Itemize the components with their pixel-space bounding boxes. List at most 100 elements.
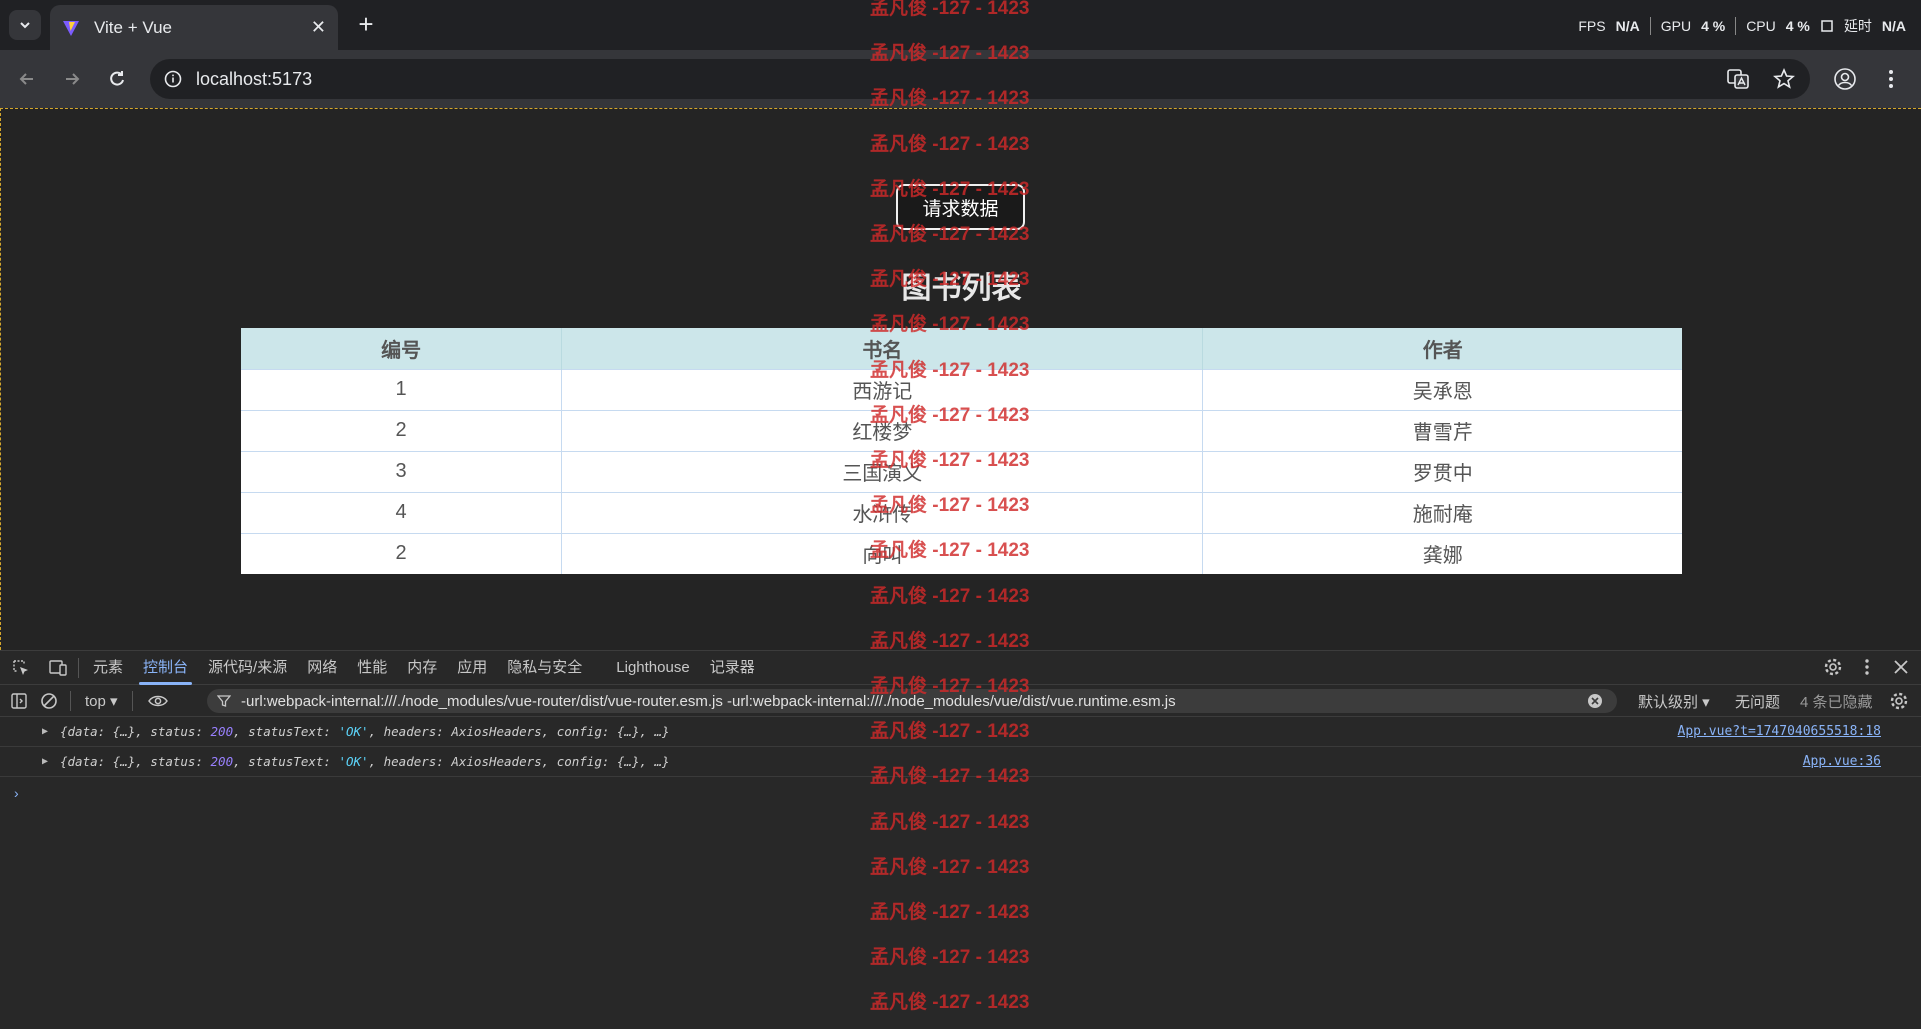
console-filter-bar: top ▾ -url:webpack-internal:///./node_mo…: [0, 685, 1921, 717]
cell-id: 2: [241, 409, 563, 451]
performance-overlay: FPS N/A GPU 4 % CPU 4 % 延时 N/A: [1578, 14, 1906, 38]
console-settings-gear-icon[interactable]: [1889, 691, 1909, 711]
device-toolbar-icon[interactable]: [48, 658, 68, 678]
more-vert-icon[interactable]: [1857, 657, 1877, 677]
forward-button[interactable]: [58, 65, 86, 93]
cell-title: 向叫: [561, 532, 1204, 574]
latency-label: 延时: [1843, 18, 1872, 34]
close-icon[interactable]: [1891, 657, 1911, 677]
profile-button[interactable]: [1831, 65, 1859, 93]
table-header-row: 编号 书名 作者: [241, 328, 1682, 369]
reload-icon: [110, 71, 124, 86]
request-data-button[interactable]: 请求数据: [896, 184, 1025, 230]
devtools-tab-memory[interactable]: 内存: [397, 651, 447, 685]
log-message: {data: {…}, status: 200, statusText: 'OK…: [60, 724, 670, 739]
profile-icon: [1834, 68, 1856, 90]
clear-filter-icon[interactable]: [1587, 693, 1603, 709]
log-source-link[interactable]: App.vue?t=1747040655518:18: [1678, 724, 1882, 739]
new-tab-button[interactable]: +: [352, 11, 380, 39]
divider: [1649, 17, 1651, 35]
cell-title: 水浒传: [561, 491, 1204, 533]
cell-title: 西游记: [561, 368, 1204, 410]
book-list-title: 图书列表: [901, 272, 1022, 305]
browser-menu-button[interactable]: [1877, 65, 1905, 93]
cell-title: 红楼梦: [561, 409, 1204, 451]
devtools-tab-performance[interactable]: 性能: [347, 651, 397, 685]
hidden-messages-count: 4 条已隐藏: [1800, 694, 1873, 711]
inspect-element-icon[interactable]: [11, 658, 31, 678]
latency-icon: [1821, 20, 1833, 32]
column-header-title: 书名: [561, 328, 1204, 369]
cell-author: 罗贯中: [1202, 450, 1682, 492]
cell-id: 4: [241, 491, 563, 533]
fps-label: FPS: [1578, 18, 1606, 34]
address-bar[interactable]: localhost:5173: [150, 59, 1810, 99]
divider: [78, 657, 79, 678]
log-source-link[interactable]: App.vue:36: [1803, 754, 1881, 769]
clear-console-icon[interactable]: [40, 692, 58, 710]
devtools-tab-sources[interactable]: 源代码/来源: [198, 651, 297, 685]
table-row: 2 向叫 龚娜: [241, 532, 1682, 574]
devtools-tab-recorder[interactable]: 记录器: [700, 651, 765, 685]
devtools-tab-elements[interactable]: 元素: [83, 651, 133, 685]
browser-toolbar: localhost:5173: [0, 50, 1921, 108]
console-filter-input[interactable]: -url:webpack-internal:///./node_modules/…: [207, 689, 1617, 713]
arrow-left-icon: [19, 73, 33, 85]
tab-close-icon[interactable]: ✕: [311, 17, 326, 38]
fps-value: N/A: [1615, 18, 1640, 34]
table-row: 2 红楼梦 曹雪芹: [241, 409, 1682, 451]
reload-button[interactable]: [103, 65, 131, 93]
column-header-id: 编号: [241, 328, 563, 369]
url-text: localhost:5173: [196, 68, 313, 89]
tab-search-button[interactable]: [9, 10, 41, 40]
latency-value: N/A: [1881, 18, 1906, 34]
devtools-panel: 元素 控制台 源代码/来源 网络 性能 内存 应用 隐私与安全 Lighthou…: [0, 650, 1921, 1029]
gpu-label: GPU: [1660, 18, 1692, 34]
browser-tab[interactable]: Vite + Vue ✕: [50, 5, 338, 50]
cell-author: 吴承恩: [1202, 368, 1682, 410]
devtools-tab-lighthouse[interactable]: Lighthouse: [606, 651, 699, 685]
gpu-value: 4 %: [1701, 18, 1726, 34]
cell-title: 三国演义: [561, 450, 1204, 492]
arrow-right-icon: [66, 73, 80, 85]
log-message: {data: {…}, status: 200, statusText: 'OK…: [60, 754, 670, 769]
cell-id: 2: [241, 532, 563, 574]
settings-gear-icon[interactable]: [1823, 657, 1843, 677]
console-prompt[interactable]: ›: [14, 785, 19, 801]
vite-favicon-icon: [63, 20, 79, 36]
site-info-icon: [164, 70, 182, 88]
sidebar-toggle-icon[interactable]: [10, 692, 28, 710]
divider: [131, 690, 133, 711]
translate-icon[interactable]: [1726, 67, 1750, 91]
filter-icon: [217, 695, 231, 707]
bookmark-star-icon[interactable]: [1772, 67, 1796, 91]
cpu-value: 4 %: [1785, 18, 1810, 34]
expand-triangle-icon[interactable]: ▶: [42, 756, 48, 767]
back-button[interactable]: [13, 65, 41, 93]
cell-author: 曹雪芹: [1202, 409, 1682, 451]
tab-strip: Vite + Vue ✕ + FPS N/A GPU 4 % CPU 4 % 延…: [0, 0, 1921, 50]
cell-id: 3: [241, 450, 563, 492]
console-log-entry[interactable]: ▶ {data: {…}, status: 200, statusText: '…: [0, 717, 1921, 747]
omnibox-actions: [1726, 67, 1796, 91]
log-level-select[interactable]: 默认级别 ▾: [1638, 691, 1710, 712]
book-table: 编号 书名 作者 1 西游记 吴承恩 2 红楼梦 曹雪芹 3 三国演义 罗贯中 …: [241, 328, 1682, 574]
chevron-down-icon: [20, 22, 30, 29]
table-row: 4 水浒传 施耐庵: [241, 491, 1682, 533]
expand-triangle-icon[interactable]: ▶: [42, 726, 48, 737]
devtools-tab-application[interactable]: 应用: [447, 651, 497, 685]
divider: [70, 690, 71, 711]
browser-window: Vite + Vue ✕ + FPS N/A GPU 4 % CPU 4 % 延…: [0, 0, 1921, 1029]
cell-id: 1: [241, 368, 563, 410]
tab-title: Vite + Vue: [94, 17, 172, 37]
console-log-entry[interactable]: ▶ {data: {…}, status: 200, statusText: '…: [0, 747, 1921, 777]
devtools-actions: [1823, 657, 1911, 677]
context-select[interactable]: top ▾: [85, 692, 118, 710]
devtools-tab-network[interactable]: 网络: [297, 651, 347, 685]
issues-counter[interactable]: 无问题: [1735, 691, 1780, 712]
devtools-tab-privacy[interactable]: 隐私与安全: [497, 651, 592, 685]
divider: [1735, 17, 1737, 35]
devtools-tab-console[interactable]: 控制台: [133, 651, 198, 685]
table-row: 3 三国演义 罗贯中: [241, 450, 1682, 492]
eye-icon[interactable]: [147, 692, 169, 710]
